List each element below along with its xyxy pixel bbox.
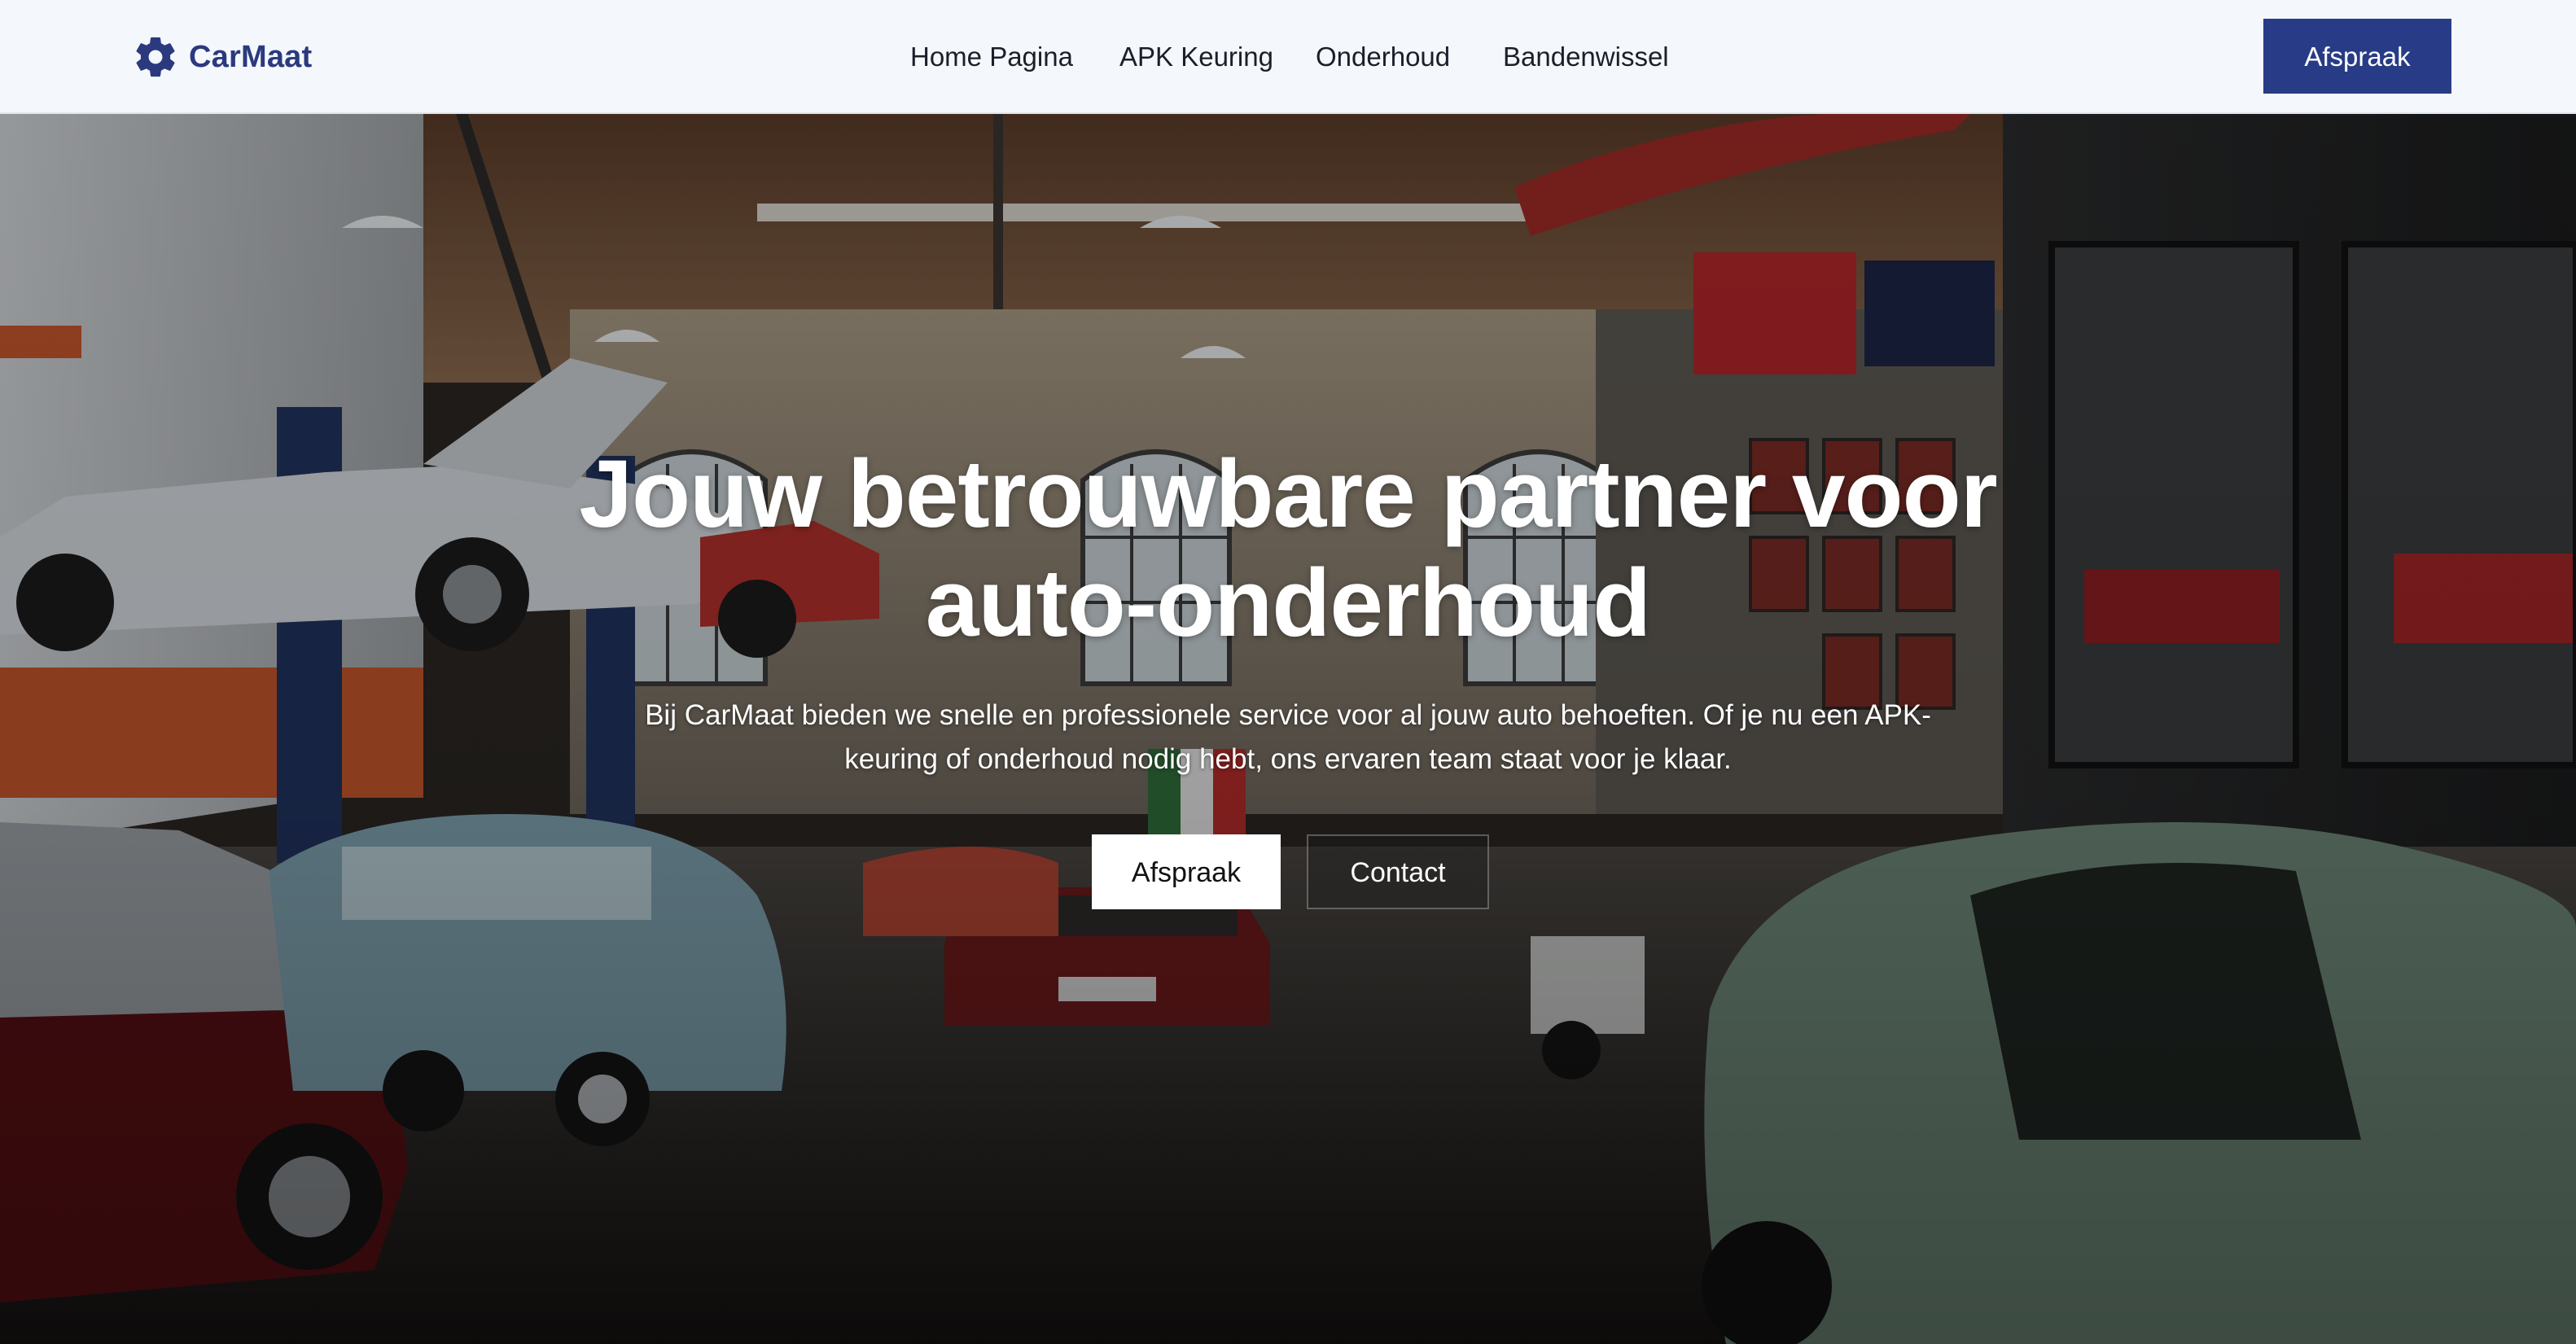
contact-hero-button[interactable]: Contact <box>1307 834 1489 909</box>
nav-link-apk-keuring[interactable]: APK Keuring <box>1119 37 1273 77</box>
brand-name: CarMaat <box>189 39 313 74</box>
hero-subtitle: Bij CarMaat bieden we snelle en professi… <box>645 699 1931 775</box>
brand-logo-link[interactable]: CarMaat <box>132 31 312 83</box>
main-navigation: Home Pagina APK Keuring Onderhoud Banden… <box>0 0 2576 114</box>
navbar: CarMaat Home Pagina APK Keuring Onderhou… <box>0 0 2576 114</box>
afspraak-hero-button[interactable]: Afspraak <box>1092 834 1281 909</box>
hero-content: Jouw betrouwbare partner voor auto-onder… <box>0 114 2576 1344</box>
nav-link-home[interactable]: Home Pagina <box>910 37 1073 77</box>
nav-link-bandenwissel[interactable]: Bandenwissel <box>1503 37 1669 77</box>
hero-section: Jouw betrouwbare partner voor auto-onder… <box>0 114 2576 1344</box>
afspraak-nav-button[interactable]: Afspraak <box>2263 19 2451 94</box>
nav-link-onderhoud[interactable]: Onderhoud <box>1316 37 1450 77</box>
hero-title: Jouw betrouwbare partner voor auto-onder… <box>579 440 1997 657</box>
gear-icon <box>136 37 175 77</box>
